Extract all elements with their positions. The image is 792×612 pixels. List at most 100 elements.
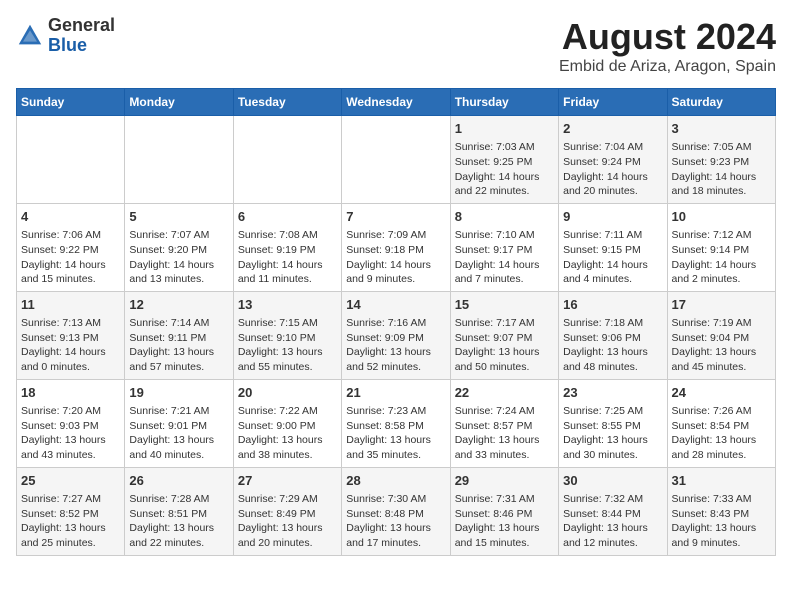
calendar-week-1: 1 Sunrise: 7:03 AM Sunset: 9:25 PM Daylig… — [17, 116, 776, 204]
logo: General Blue — [16, 16, 115, 56]
day-number: 1 — [455, 120, 554, 138]
day-info: Sunrise: 7:03 AM Sunset: 9:25 PM Dayligh… — [455, 140, 554, 199]
day-info: Sunrise: 7:11 AM Sunset: 9:15 PM Dayligh… — [563, 228, 662, 287]
day-number: 17 — [672, 296, 771, 314]
logo-text: General Blue — [48, 16, 115, 56]
day-info: Sunrise: 7:23 AM Sunset: 8:58 PM Dayligh… — [346, 404, 445, 463]
logo-blue: Blue — [48, 36, 115, 56]
calendar-cell: 9 Sunrise: 7:11 AM Sunset: 9:15 PM Daylig… — [559, 203, 667, 291]
day-number: 25 — [21, 472, 120, 490]
day-info: Sunrise: 7:04 AM Sunset: 9:24 PM Dayligh… — [563, 140, 662, 199]
day-info: Sunrise: 7:06 AM Sunset: 9:22 PM Dayligh… — [21, 228, 120, 287]
day-number: 3 — [672, 120, 771, 138]
calendar-cell: 19 Sunrise: 7:21 AM Sunset: 9:01 PM Dayli… — [125, 379, 233, 467]
calendar-cell: 31 Sunrise: 7:33 AM Sunset: 8:43 PM Dayli… — [667, 467, 775, 555]
calendar-cell: 15Sunrise: 7:17 AM Sunset: 9:07 PM Dayli… — [450, 291, 558, 379]
day-number: 24 — [672, 384, 771, 402]
calendar-cell — [233, 116, 341, 204]
calendar-cell: 25Sunrise: 7:27 AM Sunset: 8:52 PM Dayli… — [17, 467, 125, 555]
day-info: Sunrise: 7:18 AM Sunset: 9:06 PM Dayligh… — [563, 316, 662, 375]
day-info: Sunrise: 7:33 AM Sunset: 8:43 PM Dayligh… — [672, 492, 771, 551]
day-number: 27 — [238, 472, 337, 490]
calendar-week-2: 4 Sunrise: 7:06 AM Sunset: 9:22 PM Daylig… — [17, 203, 776, 291]
day-number: 20 — [238, 384, 337, 402]
day-info: Sunrise: 7:07 AM Sunset: 9:20 PM Dayligh… — [129, 228, 228, 287]
day-info: Sunrise: 7:29 AM Sunset: 8:49 PM Dayligh… — [238, 492, 337, 551]
calendar-table: SundayMondayTuesdayWednesdayThursdayFrid… — [16, 88, 776, 556]
calendar-cell — [17, 116, 125, 204]
day-info: Sunrise: 7:14 AM Sunset: 9:11 PM Dayligh… — [129, 316, 228, 375]
day-info: Sunrise: 7:28 AM Sunset: 8:51 PM Dayligh… — [129, 492, 228, 551]
day-info: Sunrise: 7:13 AM Sunset: 9:13 PM Dayligh… — [21, 316, 120, 375]
day-info: Sunrise: 7:16 AM Sunset: 9:09 PM Dayligh… — [346, 316, 445, 375]
header-cell-saturday: Saturday — [667, 89, 775, 116]
day-info: Sunrise: 7:30 AM Sunset: 8:48 PM Dayligh… — [346, 492, 445, 551]
header-cell-monday: Monday — [125, 89, 233, 116]
page-header: General Blue August 2024 Embid de Ariza,… — [16, 16, 776, 76]
calendar-cell: 22 Sunrise: 7:24 AM Sunset: 8:57 PM Dayli… — [450, 379, 558, 467]
day-number: 11 — [21, 296, 120, 314]
day-number: 16 — [563, 296, 662, 314]
day-number: 21 — [346, 384, 445, 402]
calendar-cell: 10 Sunrise: 7:12 AM Sunset: 9:14 PM Dayli… — [667, 203, 775, 291]
day-info: Sunrise: 7:12 AM Sunset: 9:14 PM Dayligh… — [672, 228, 771, 287]
calendar-cell: 6 Sunrise: 7:08 AM Sunset: 9:19 PM Daylig… — [233, 203, 341, 291]
calendar-cell: 20Sunrise: 7:22 AM Sunset: 9:00 PM Dayli… — [233, 379, 341, 467]
header-cell-sunday: Sunday — [17, 89, 125, 116]
calendar-cell: 1 Sunrise: 7:03 AM Sunset: 9:25 PM Daylig… — [450, 116, 558, 204]
calendar-week-3: 11 Sunrise: 7:13 AM Sunset: 9:13 PM Dayli… — [17, 291, 776, 379]
day-number: 2 — [563, 120, 662, 138]
day-info: Sunrise: 7:32 AM Sunset: 8:44 PM Dayligh… — [563, 492, 662, 551]
day-number: 28 — [346, 472, 445, 490]
day-info: Sunrise: 7:09 AM Sunset: 9:18 PM Dayligh… — [346, 228, 445, 287]
calendar-cell: 21 Sunrise: 7:23 AM Sunset: 8:58 PM Dayli… — [342, 379, 450, 467]
day-number: 9 — [563, 208, 662, 226]
calendar-cell — [125, 116, 233, 204]
header-cell-wednesday: Wednesday — [342, 89, 450, 116]
day-number: 5 — [129, 208, 228, 226]
day-info: Sunrise: 7:21 AM Sunset: 9:01 PM Dayligh… — [129, 404, 228, 463]
calendar-cell: 29 Sunrise: 7:31 AM Sunset: 8:46 PM Dayli… — [450, 467, 558, 555]
logo-general: General — [48, 16, 115, 36]
day-info: Sunrise: 7:17 AM Sunset: 9:07 PM Dayligh… — [455, 316, 554, 375]
day-info: Sunrise: 7:08 AM Sunset: 9:19 PM Dayligh… — [238, 228, 337, 287]
calendar-cell: 5 Sunrise: 7:07 AM Sunset: 9:20 PM Daylig… — [125, 203, 233, 291]
day-number: 19 — [129, 384, 228, 402]
day-number: 10 — [672, 208, 771, 226]
day-number: 29 — [455, 472, 554, 490]
calendar-cell: 12Sunrise: 7:14 AM Sunset: 9:11 PM Dayli… — [125, 291, 233, 379]
day-info: Sunrise: 7:15 AM Sunset: 9:10 PM Dayligh… — [238, 316, 337, 375]
header-cell-tuesday: Tuesday — [233, 89, 341, 116]
day-number: 31 — [672, 472, 771, 490]
day-info: Sunrise: 7:10 AM Sunset: 9:17 PM Dayligh… — [455, 228, 554, 287]
day-info: Sunrise: 7:24 AM Sunset: 8:57 PM Dayligh… — [455, 404, 554, 463]
calendar-cell: 18 Sunrise: 7:20 AM Sunset: 9:03 PM Dayli… — [17, 379, 125, 467]
day-info: Sunrise: 7:20 AM Sunset: 9:03 PM Dayligh… — [21, 404, 120, 463]
calendar-week-5: 25Sunrise: 7:27 AM Sunset: 8:52 PM Dayli… — [17, 467, 776, 555]
day-number: 14 — [346, 296, 445, 314]
day-number: 4 — [21, 208, 120, 226]
day-info: Sunrise: 7:31 AM Sunset: 8:46 PM Dayligh… — [455, 492, 554, 551]
day-number: 23 — [563, 384, 662, 402]
calendar-cell: 23Sunrise: 7:25 AM Sunset: 8:55 PM Dayli… — [559, 379, 667, 467]
day-number: 6 — [238, 208, 337, 226]
day-number: 7 — [346, 208, 445, 226]
title-block: August 2024 Embid de Ariza, Aragon, Spai… — [559, 16, 776, 76]
calendar-cell: 2 Sunrise: 7:04 AM Sunset: 9:24 PM Daylig… — [559, 116, 667, 204]
calendar-cell: 26 Sunrise: 7:28 AM Sunset: 8:51 PM Dayli… — [125, 467, 233, 555]
header-cell-thursday: Thursday — [450, 89, 558, 116]
day-number: 30 — [563, 472, 662, 490]
calendar-cell: 16 Sunrise: 7:18 AM Sunset: 9:06 PM Dayli… — [559, 291, 667, 379]
calendar-cell: 24 Sunrise: 7:26 AM Sunset: 8:54 PM Dayli… — [667, 379, 775, 467]
day-number: 26 — [129, 472, 228, 490]
calendar-cell: 11 Sunrise: 7:13 AM Sunset: 9:13 PM Dayli… — [17, 291, 125, 379]
header-cell-friday: Friday — [559, 89, 667, 116]
calendar-cell: 8 Sunrise: 7:10 AM Sunset: 9:17 PM Daylig… — [450, 203, 558, 291]
calendar-header: SundayMondayTuesdayWednesdayThursdayFrid… — [17, 89, 776, 116]
day-number: 22 — [455, 384, 554, 402]
day-number: 18 — [21, 384, 120, 402]
day-number: 8 — [455, 208, 554, 226]
day-info: Sunrise: 7:26 AM Sunset: 8:54 PM Dayligh… — [672, 404, 771, 463]
calendar-cell: 28 Sunrise: 7:30 AM Sunset: 8:48 PM Dayli… — [342, 467, 450, 555]
header-row: SundayMondayTuesdayWednesdayThursdayFrid… — [17, 89, 776, 116]
